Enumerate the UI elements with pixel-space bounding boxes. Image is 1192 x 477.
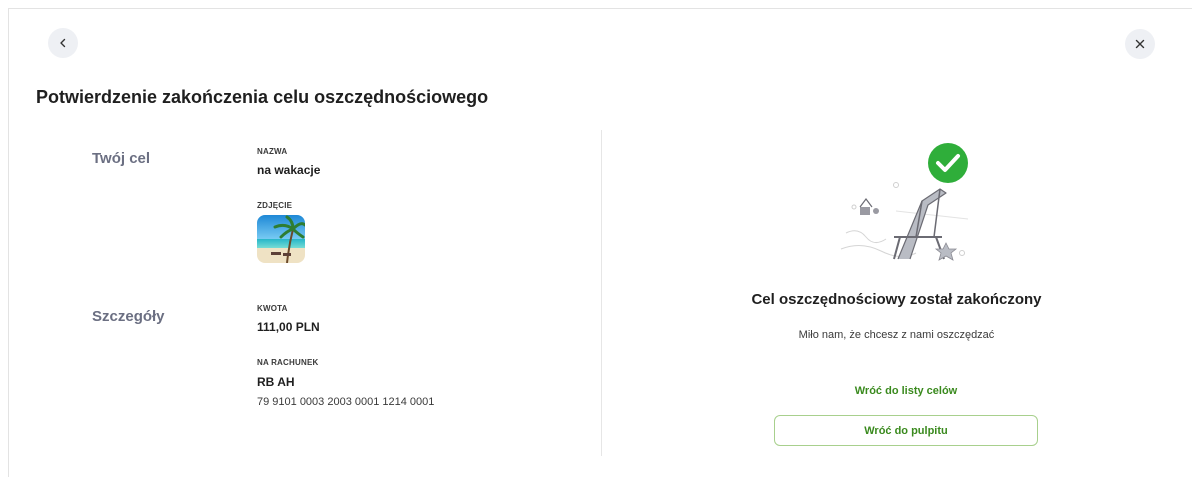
account-number: 79 9101 0003 2003 0001 1214 0001 <box>257 396 435 408</box>
details-section-label: Szczegóły <box>92 308 165 325</box>
goal-section-label: Twój cel <box>92 150 151 167</box>
amount-value: 111,00 PLN <box>257 320 320 334</box>
close-button[interactable] <box>1125 29 1155 59</box>
back-to-dashboard-button[interactable]: Wróć do pulpitu <box>774 415 1038 446</box>
back-to-goals-link[interactable]: Wróć do listy celów <box>774 385 1038 397</box>
back-button[interactable] <box>48 28 78 58</box>
amount-label: KWOTA <box>257 304 288 313</box>
beach-photo-image <box>257 215 305 263</box>
page-frame <box>8 8 1192 477</box>
chevron-left-icon <box>60 38 66 48</box>
goal-name-label: NAZWA <box>257 147 288 156</box>
goal-photo-label: ZDJĘCIE <box>257 201 293 210</box>
close-icon <box>1135 39 1145 49</box>
goal-photo-thumbnail <box>257 215 305 263</box>
goal-name-value: na wakacje <box>257 163 321 177</box>
success-subtitle: Miło nam, że chcesz z nami oszczędzać <box>798 329 995 341</box>
account-name: RB AH <box>257 375 295 389</box>
page-title: Potwierdzenie zakończenia celu oszczędno… <box>36 87 489 107</box>
deck-chair-success-illustration <box>840 143 969 261</box>
account-label: NA RACHUNEK <box>257 358 319 367</box>
success-title: Cel oszczędnościowy został zakończony <box>751 291 1042 308</box>
back-to-dashboard-label: Wróć do pulpitu <box>864 424 948 437</box>
